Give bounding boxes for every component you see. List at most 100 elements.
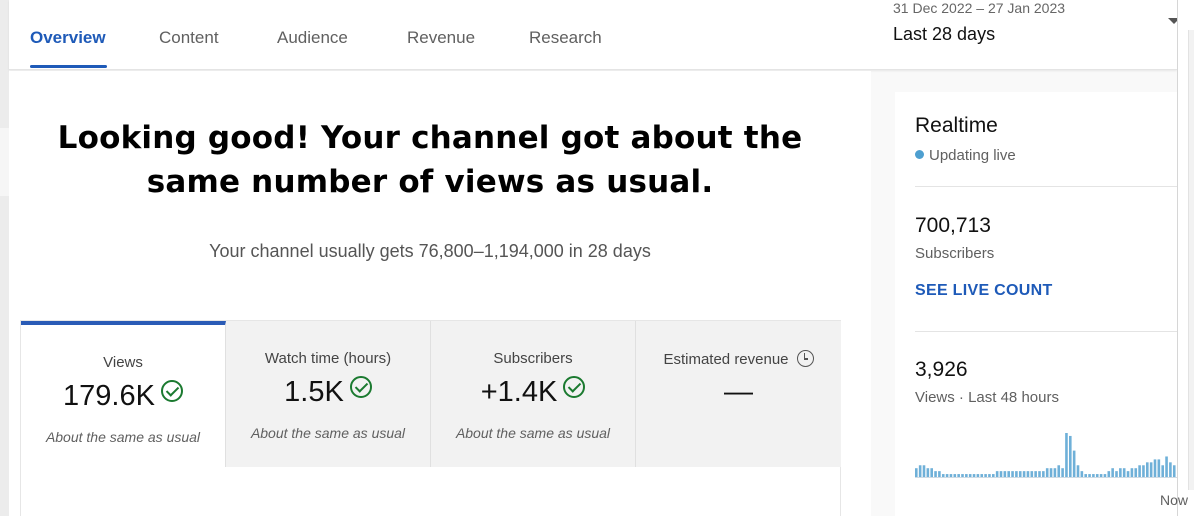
metric-card-watch-time[interactable]: Watch time (hours) 1.5K About the same a… — [226, 321, 431, 467]
chart-bar — [934, 471, 937, 477]
chart-bar — [1103, 474, 1107, 477]
metric-cards: Views 179.6K About the same as usual Wat… — [20, 320, 841, 516]
chart-bar — [1095, 474, 1099, 477]
chart-bar — [1099, 474, 1103, 477]
views-label: Views · Last 48 hours — [915, 389, 1059, 406]
metric-note: About the same as usual — [45, 429, 201, 445]
live-status: Updating live — [915, 147, 1016, 164]
tab-content[interactable]: Content — [159, 28, 219, 48]
tab-audience[interactable]: Audience — [277, 28, 348, 48]
metric-card-estimated-revenue[interactable]: Estimated revenue — — [636, 321, 841, 467]
chart-bar — [1169, 462, 1172, 477]
tab-overview[interactable]: Overview — [30, 28, 106, 48]
metric-card-subscribers[interactable]: Subscribers +1.4K About the same as usua… — [431, 321, 636, 467]
divider — [915, 331, 1177, 332]
chart-bar — [957, 474, 960, 477]
check-circle-icon — [563, 376, 586, 398]
chart-bar — [1034, 471, 1037, 477]
chart-bar — [1007, 471, 1010, 477]
date-range-text[interactable]: 31 Dec 2022 – 27 Jan 2023 — [893, 0, 1065, 16]
chart-bar — [1022, 471, 1026, 477]
chart-bar — [953, 474, 957, 477]
realtime-title: Realtime — [915, 114, 998, 137]
check-circle-icon — [160, 380, 183, 402]
chart-bar — [1084, 474, 1087, 477]
chart-bar — [1134, 468, 1138, 477]
chart-bar — [961, 474, 964, 477]
chart-bar — [1018, 471, 1022, 477]
tab-revenue[interactable]: Revenue — [407, 28, 475, 48]
chart-bar — [1003, 471, 1007, 477]
chart-bar — [1038, 471, 1041, 477]
chart-axis-now: Now — [1160, 492, 1189, 508]
chart-bar — [1153, 459, 1157, 477]
metric-note: About the same as usual — [250, 425, 406, 441]
metric-value: +1.4K — [431, 376, 635, 409]
chart-bar — [1142, 465, 1145, 477]
chart-bar — [968, 474, 972, 477]
chart-bar — [922, 465, 926, 477]
chart-bar — [1111, 468, 1114, 477]
metric-value: — — [724, 376, 753, 408]
chart-bar — [992, 474, 995, 477]
tab-research[interactable]: Research — [529, 28, 602, 48]
chart-bar — [1119, 468, 1122, 477]
chart-bar — [980, 474, 984, 477]
chart-bar — [915, 468, 918, 477]
chart-bar — [1061, 468, 1064, 477]
views-count: 3,926 — [915, 358, 968, 381]
chart-bar — [1138, 465, 1141, 477]
metric-label: Estimated revenue — [636, 350, 841, 368]
chart-bar — [1126, 471, 1130, 477]
chart-bar — [926, 468, 930, 477]
active-tab-indicator — [30, 65, 107, 68]
chart-bar — [1069, 435, 1072, 477]
chart-bar — [1165, 456, 1168, 477]
realtime-views-chart[interactable] — [915, 422, 1177, 482]
chart-bar — [1107, 471, 1111, 477]
chart-bar — [1080, 471, 1084, 477]
chart-bar — [1149, 462, 1153, 477]
chart-bar — [1042, 471, 1045, 477]
date-period-selector[interactable]: Last 28 days — [893, 24, 995, 45]
see-live-count-link[interactable]: SEE LIVE COUNT — [915, 282, 1053, 300]
scrollbar-track[interactable] — [1188, 30, 1194, 490]
realtime-card: Realtime Updating live 700,713 Subscribe… — [895, 92, 1188, 516]
chart-bar — [930, 468, 933, 477]
chart-bar — [965, 474, 968, 477]
chart-bar — [1088, 474, 1091, 477]
right-scrollbar[interactable] — [1177, 0, 1198, 516]
metric-label: Views — [103, 354, 143, 371]
chart-bar — [945, 474, 949, 477]
chart-bar — [1030, 471, 1034, 477]
chart-bar — [918, 465, 922, 477]
chart-bar — [972, 474, 976, 477]
metric-value: 179.6K — [21, 380, 225, 413]
chart-bar — [949, 474, 953, 477]
analytics-page: Overview Content Audience Revenue Resear… — [0, 0, 1198, 516]
summary-headline-line1: Looking good! Your channel got about the — [57, 120, 803, 156]
chart-bar — [1065, 433, 1068, 477]
chart-bar — [1049, 468, 1053, 477]
metric-label: Watch time (hours) — [264, 350, 392, 367]
subscribers-label: Subscribers — [915, 245, 995, 262]
live-status-text: Updating live — [929, 147, 1016, 164]
live-dot-icon — [915, 150, 924, 159]
chart-bar — [1026, 471, 1030, 477]
chart-bar — [1011, 471, 1014, 477]
metric-value-text: +1.4K — [480, 376, 558, 408]
chart-bar — [1122, 468, 1126, 477]
subscribers-count: 700,713 — [915, 214, 991, 237]
chart-bar — [1157, 459, 1161, 477]
chart-bar — [1172, 465, 1176, 477]
chart-bar — [938, 471, 941, 477]
summary-headline-line2: same number of views as usual. — [146, 164, 714, 200]
divider — [915, 186, 1177, 187]
clock-icon — [796, 350, 814, 367]
metric-value: 1.5K — [226, 376, 430, 409]
chart-bar — [976, 474, 980, 477]
summary-subline: Your channel usually gets 76,800–1,194,0… — [209, 241, 651, 261]
chart-bar — [984, 474, 987, 477]
metric-card-views[interactable]: Views 179.6K About the same as usual — [21, 321, 226, 467]
chart-bar — [1130, 468, 1134, 477]
